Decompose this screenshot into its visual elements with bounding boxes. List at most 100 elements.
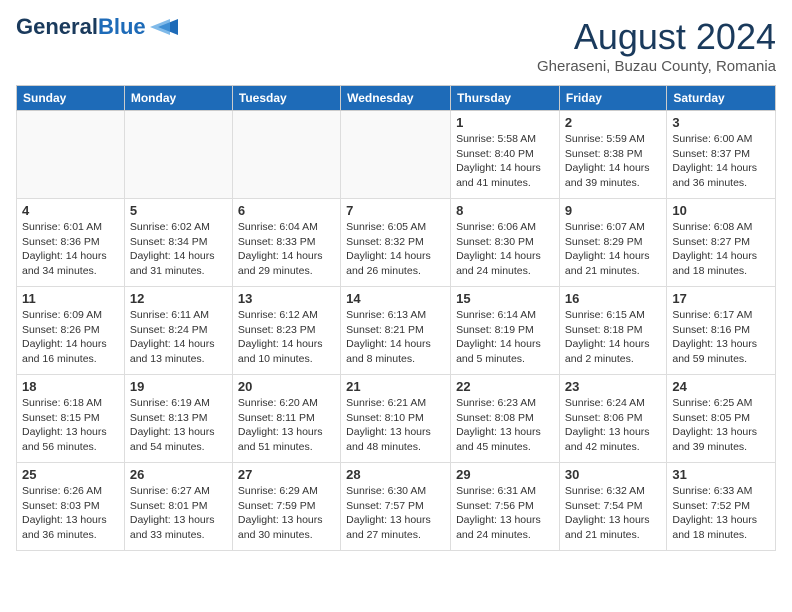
day-info: Sunrise: 6:08 AM Sunset: 8:27 PM Dayligh… (672, 220, 770, 279)
day-number: 28 (346, 467, 445, 482)
header-friday: Friday (559, 86, 666, 111)
calendar-cell: 28 Sunrise: 6:30 AM Sunset: 7:57 PM Dayli… (341, 463, 451, 551)
calendar-cell: 17Sunrise: 6:17 AM Sunset: 8:16 PM Dayli… (667, 287, 776, 375)
day-number: 25 (22, 467, 119, 482)
week-row-1: 1 Sunrise: 5:58 AM Sunset: 8:40 PM Daylig… (17, 111, 776, 199)
calendar-cell: 27Sunrise: 6:29 AM Sunset: 7:59 PM Dayli… (232, 463, 340, 551)
calendar-table: Sunday Monday Tuesday Wednesday Thursday… (16, 85, 776, 551)
day-info: Sunrise: 6:20 AM Sunset: 8:11 PM Dayligh… (238, 396, 335, 455)
day-info: Sunrise: 6:02 AM Sunset: 8:34 PM Dayligh… (130, 220, 227, 279)
day-info: Sunrise: 5:58 AM Sunset: 8:40 PM Dayligh… (456, 132, 554, 191)
day-info: Sunrise: 6:11 AM Sunset: 8:24 PM Dayligh… (130, 308, 227, 367)
week-row-4: 18 Sunrise: 6:18 AM Sunset: 8:15 PM Dayli… (17, 375, 776, 463)
calendar-cell (124, 111, 232, 199)
day-info: Sunrise: 6:09 AM Sunset: 8:26 PM Dayligh… (22, 308, 119, 367)
day-number: 23 (565, 379, 661, 394)
day-info: Sunrise: 6:33 AM Sunset: 7:52 PM Dayligh… (672, 484, 770, 543)
day-info: Sunrise: 6:06 AM Sunset: 8:30 PM Dayligh… (456, 220, 554, 279)
day-number: 30 (565, 467, 661, 482)
calendar-cell: 10 Sunrise: 6:08 AM Sunset: 8:27 PM Dayli… (667, 199, 776, 287)
calendar-cell: 26Sunrise: 6:27 AM Sunset: 8:01 PM Dayli… (124, 463, 232, 551)
week-row-2: 4 Sunrise: 6:01 AM Sunset: 8:36 PM Daylig… (17, 199, 776, 287)
header-wednesday: Wednesday (341, 86, 451, 111)
calendar-cell: 1 Sunrise: 5:58 AM Sunset: 8:40 PM Daylig… (451, 111, 560, 199)
day-info: Sunrise: 6:31 AM Sunset: 7:56 PM Dayligh… (456, 484, 554, 543)
day-info: Sunrise: 6:24 AM Sunset: 8:06 PM Dayligh… (565, 396, 661, 455)
day-number: 9 (565, 203, 661, 218)
day-info: Sunrise: 6:27 AM Sunset: 8:01 PM Dayligh… (130, 484, 227, 543)
calendar-cell: 14Sunrise: 6:13 AM Sunset: 8:21 PM Dayli… (341, 287, 451, 375)
calendar-cell: 3 Sunrise: 6:00 AM Sunset: 8:37 PM Daylig… (667, 111, 776, 199)
day-info: Sunrise: 6:19 AM Sunset: 8:13 PM Dayligh… (130, 396, 227, 455)
calendar-cell: 29 Sunrise: 6:31 AM Sunset: 7:56 PM Dayli… (451, 463, 560, 551)
header: GeneralBlue August 2024 Gheraseni, Buzau… (16, 16, 776, 75)
day-number: 11 (22, 291, 119, 306)
calendar-cell: 5 Sunrise: 6:02 AM Sunset: 8:34 PM Daylig… (124, 199, 232, 287)
calendar-cell: 11 Sunrise: 6:09 AM Sunset: 8:26 PM Dayli… (17, 287, 125, 375)
header-tuesday: Tuesday (232, 86, 340, 111)
day-number: 29 (456, 467, 554, 482)
day-info: Sunrise: 6:18 AM Sunset: 8:15 PM Dayligh… (22, 396, 119, 455)
week-row-5: 25Sunrise: 6:26 AM Sunset: 8:03 PM Dayli… (17, 463, 776, 551)
day-number: 15 (456, 291, 554, 306)
logo-icon (150, 17, 182, 37)
day-number: 7 (346, 203, 445, 218)
day-info: Sunrise: 6:23 AM Sunset: 8:08 PM Dayligh… (456, 396, 554, 455)
logo-text: GeneralBlue (16, 16, 146, 38)
calendar-cell: 25Sunrise: 6:26 AM Sunset: 8:03 PM Dayli… (17, 463, 125, 551)
header-saturday: Saturday (667, 86, 776, 111)
day-number: 2 (565, 115, 661, 130)
day-info: Sunrise: 6:14 AM Sunset: 8:19 PM Dayligh… (456, 308, 554, 367)
header-monday: Monday (124, 86, 232, 111)
calendar-cell: 19 Sunrise: 6:19 AM Sunset: 8:13 PM Dayli… (124, 375, 232, 463)
calendar-cell (341, 111, 451, 199)
day-info: Sunrise: 5:59 AM Sunset: 8:38 PM Dayligh… (565, 132, 661, 191)
day-info: Sunrise: 6:30 AM Sunset: 7:57 PM Dayligh… (346, 484, 445, 543)
calendar-cell: 21 Sunrise: 6:21 AM Sunset: 8:10 PM Dayli… (341, 375, 451, 463)
weekday-header-row: Sunday Monday Tuesday Wednesday Thursday… (17, 86, 776, 111)
day-number: 8 (456, 203, 554, 218)
day-number: 21 (346, 379, 445, 394)
header-thursday: Thursday (451, 86, 560, 111)
day-info: Sunrise: 6:00 AM Sunset: 8:37 PM Dayligh… (672, 132, 770, 191)
title-area: August 2024 Gheraseni, Buzau County, Rom… (537, 16, 776, 75)
day-info: Sunrise: 6:21 AM Sunset: 8:10 PM Dayligh… (346, 396, 445, 455)
day-number: 14 (346, 291, 445, 306)
day-info: Sunrise: 6:04 AM Sunset: 8:33 PM Dayligh… (238, 220, 335, 279)
calendar-cell: 16Sunrise: 6:15 AM Sunset: 8:18 PM Dayli… (559, 287, 666, 375)
day-number: 18 (22, 379, 119, 394)
calendar-cell: 7 Sunrise: 6:05 AM Sunset: 8:32 PM Daylig… (341, 199, 451, 287)
calendar-cell: 22 Sunrise: 6:23 AM Sunset: 8:08 PM Dayli… (451, 375, 560, 463)
day-number: 12 (130, 291, 227, 306)
day-number: 20 (238, 379, 335, 394)
calendar-cell: 12 Sunrise: 6:11 AM Sunset: 8:24 PM Dayli… (124, 287, 232, 375)
logo: GeneralBlue (16, 16, 182, 38)
day-info: Sunrise: 6:32 AM Sunset: 7:54 PM Dayligh… (565, 484, 661, 543)
day-number: 1 (456, 115, 554, 130)
calendar-cell (17, 111, 125, 199)
calendar-cell: 30 Sunrise: 6:32 AM Sunset: 7:54 PM Dayli… (559, 463, 666, 551)
day-number: 22 (456, 379, 554, 394)
day-number: 19 (130, 379, 227, 394)
day-number: 4 (22, 203, 119, 218)
day-info: Sunrise: 6:17 AM Sunset: 8:16 PM Dayligh… (672, 308, 770, 367)
day-number: 3 (672, 115, 770, 130)
day-info: Sunrise: 6:01 AM Sunset: 8:36 PM Dayligh… (22, 220, 119, 279)
day-number: 13 (238, 291, 335, 306)
calendar-cell: 6 Sunrise: 6:04 AM Sunset: 8:33 PM Daylig… (232, 199, 340, 287)
day-info: Sunrise: 6:12 AM Sunset: 8:23 PM Dayligh… (238, 308, 335, 367)
day-number: 6 (238, 203, 335, 218)
day-info: Sunrise: 6:05 AM Sunset: 8:32 PM Dayligh… (346, 220, 445, 279)
calendar-cell: 20 Sunrise: 6:20 AM Sunset: 8:11 PM Dayli… (232, 375, 340, 463)
calendar-title: August 2024 (537, 16, 776, 58)
calendar-cell (232, 111, 340, 199)
day-number: 5 (130, 203, 227, 218)
calendar-cell: 8 Sunrise: 6:06 AM Sunset: 8:30 PM Daylig… (451, 199, 560, 287)
day-number: 10 (672, 203, 770, 218)
calendar-cell: 31 Sunrise: 6:33 AM Sunset: 7:52 PM Dayli… (667, 463, 776, 551)
day-number: 27 (238, 467, 335, 482)
day-number: 31 (672, 467, 770, 482)
calendar-cell: 15 Sunrise: 6:14 AM Sunset: 8:19 PM Dayli… (451, 287, 560, 375)
calendar-cell: 18 Sunrise: 6:18 AM Sunset: 8:15 PM Dayli… (17, 375, 125, 463)
week-row-3: 11 Sunrise: 6:09 AM Sunset: 8:26 PM Dayli… (17, 287, 776, 375)
